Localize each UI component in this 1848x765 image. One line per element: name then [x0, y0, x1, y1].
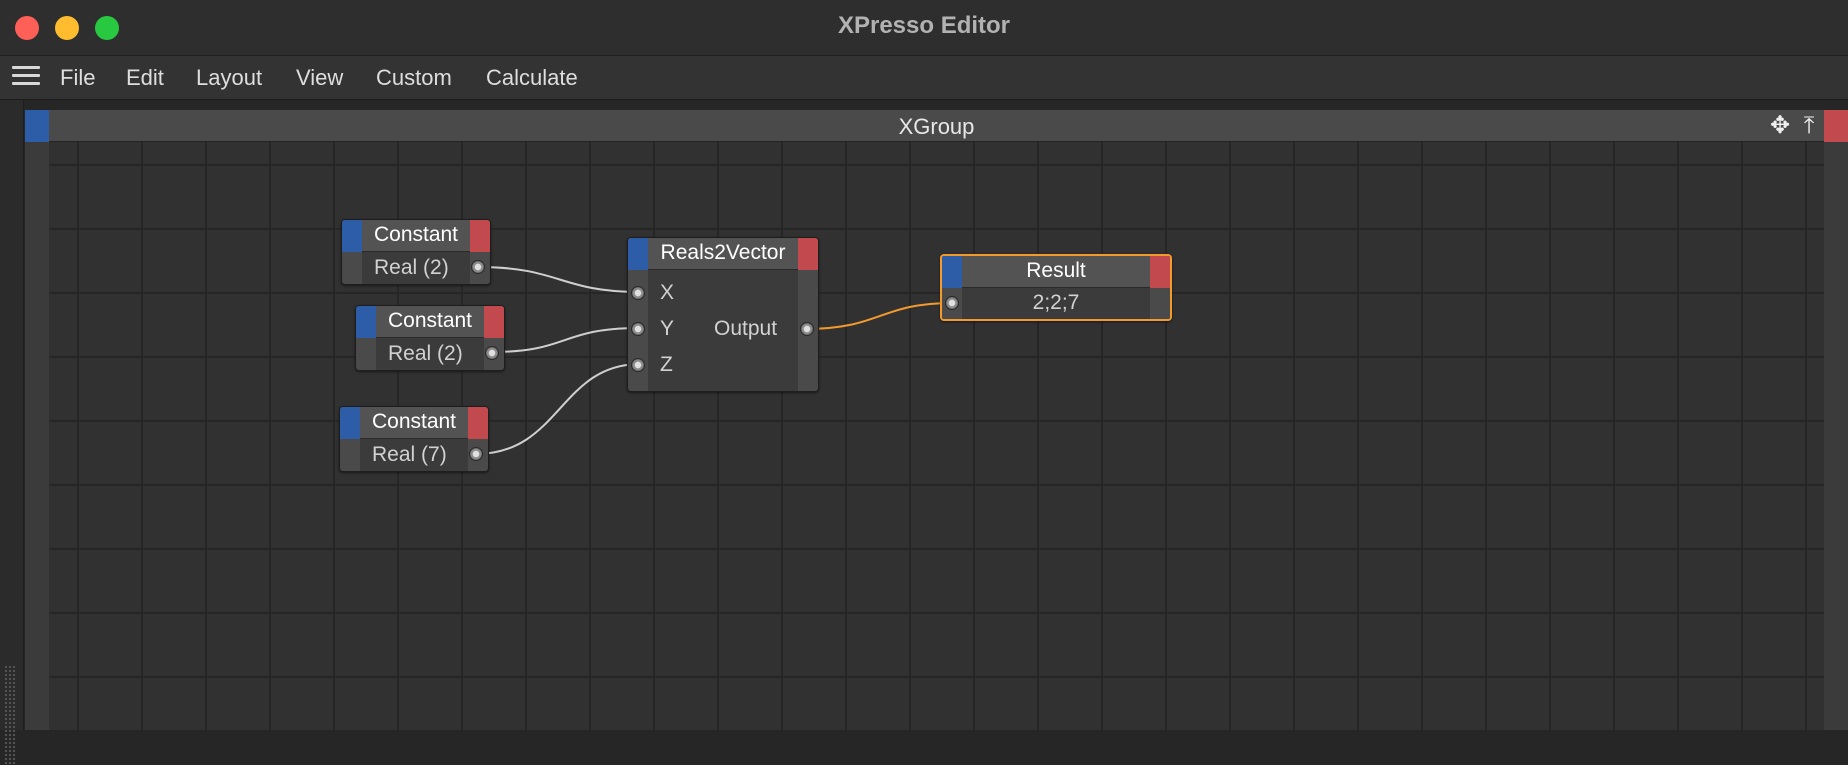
constant-node-2-port-label: Real (2) [388, 342, 463, 365]
reals2vector-output-bar[interactable] [798, 238, 818, 270]
constant-node-1[interactable]: Constant Real (2) [341, 219, 491, 285]
node-canvas[interactable] [49, 142, 1824, 730]
reals2vector-z-label: Z [660, 353, 673, 376]
result-title: Result [1026, 259, 1086, 282]
constant-node-2-left-rail [356, 338, 376, 370]
move-arrows-icon[interactable]: ✥ [1767, 113, 1793, 139]
constant-node-1-output-port[interactable] [471, 260, 485, 274]
constant-node-2-output-port[interactable] [485, 346, 499, 360]
constant-node-3-title: Constant [371, 410, 457, 433]
reals2vector-input-bar[interactable] [628, 238, 648, 270]
title-bar: XPresso Editor [0, 0, 1848, 56]
constant-node-1-input-bar[interactable] [342, 220, 362, 252]
xgroup-output-bar[interactable] [1824, 110, 1848, 142]
fit-arrow-icon[interactable]: ⤒ [1797, 113, 1821, 139]
constant-node-2[interactable]: Constant Real (2) [355, 305, 505, 371]
menu-bar: File Edit Layout View Custom Calculate [0, 56, 1848, 100]
constant-node-3-output-port[interactable] [469, 447, 483, 461]
reals2vector-x-label: X [660, 281, 675, 304]
reals2vector-y-input-port[interactable] [631, 322, 645, 336]
constant-node-1-header[interactable]: Constant [342, 220, 490, 252]
constant-node-1-title: Constant [373, 223, 459, 246]
xgroup-header[interactable]: XGroup ✥ ⤒ [25, 110, 1848, 142]
result-input-port[interactable] [945, 296, 959, 310]
constant-node-2-title: Constant [387, 309, 473, 332]
constant-node-1-output-bar[interactable] [470, 220, 490, 252]
constant-node-3[interactable]: Constant Real (7) [339, 406, 489, 472]
result-output-bar[interactable] [1150, 256, 1170, 288]
menu-edit[interactable]: Edit [126, 63, 164, 93]
reals2vector-output-port[interactable] [800, 322, 814, 336]
menu-file[interactable]: File [60, 63, 95, 93]
constant-node-2-output-bar[interactable] [484, 306, 504, 338]
result-right-rail [1150, 288, 1170, 319]
xgroup-left-rail [25, 142, 49, 730]
reals2vector-x-input-port[interactable] [631, 286, 645, 300]
reals2vector-node[interactable]: Reals2Vector X Y Z Output [627, 237, 819, 392]
xgroup-node[interactable]: XGroup ✥ ⤒ [25, 110, 1848, 730]
menu-view[interactable]: View [296, 63, 343, 93]
reals2vector-z-input-port[interactable] [631, 358, 645, 372]
menu-calculate[interactable]: Calculate [486, 63, 578, 93]
reals2vector-y-label: Y [660, 317, 675, 340]
constant-node-2-header[interactable]: Constant [356, 306, 504, 338]
constant-node-3-input-bar[interactable] [340, 407, 360, 439]
reals2vector-output-label: Output [714, 317, 778, 340]
constant-node-1-left-rail [342, 252, 362, 284]
xgroup-title: XGroup [898, 114, 975, 139]
xgroup-right-rail [1824, 142, 1848, 730]
constant-node-3-header[interactable]: Constant [340, 407, 488, 439]
reals2vector-title: Reals2Vector [660, 241, 786, 264]
result-input-bar[interactable] [942, 256, 962, 288]
resize-grip[interactable] [4, 665, 16, 765]
result-node[interactable]: Result 2;2;7 [940, 254, 1172, 321]
hamburger-icon[interactable] [12, 66, 40, 90]
left-sidebar [0, 100, 24, 765]
result-value: 2;2;7 [1032, 291, 1080, 314]
constant-node-1-port-label: Real (2) [374, 256, 449, 279]
result-header[interactable]: Result [942, 256, 1170, 288]
window-title: XPresso Editor [837, 12, 1011, 39]
constant-node-3-output-bar[interactable] [468, 407, 488, 439]
constant-node-3-left-rail [340, 439, 360, 471]
reals2vector-header[interactable]: Reals2Vector [628, 238, 818, 270]
constant-node-3-port-label: Real (7) [372, 443, 447, 466]
menu-custom[interactable]: Custom [376, 63, 452, 93]
menu-layout[interactable]: Layout [196, 63, 262, 93]
constant-node-2-input-bar[interactable] [356, 306, 376, 338]
